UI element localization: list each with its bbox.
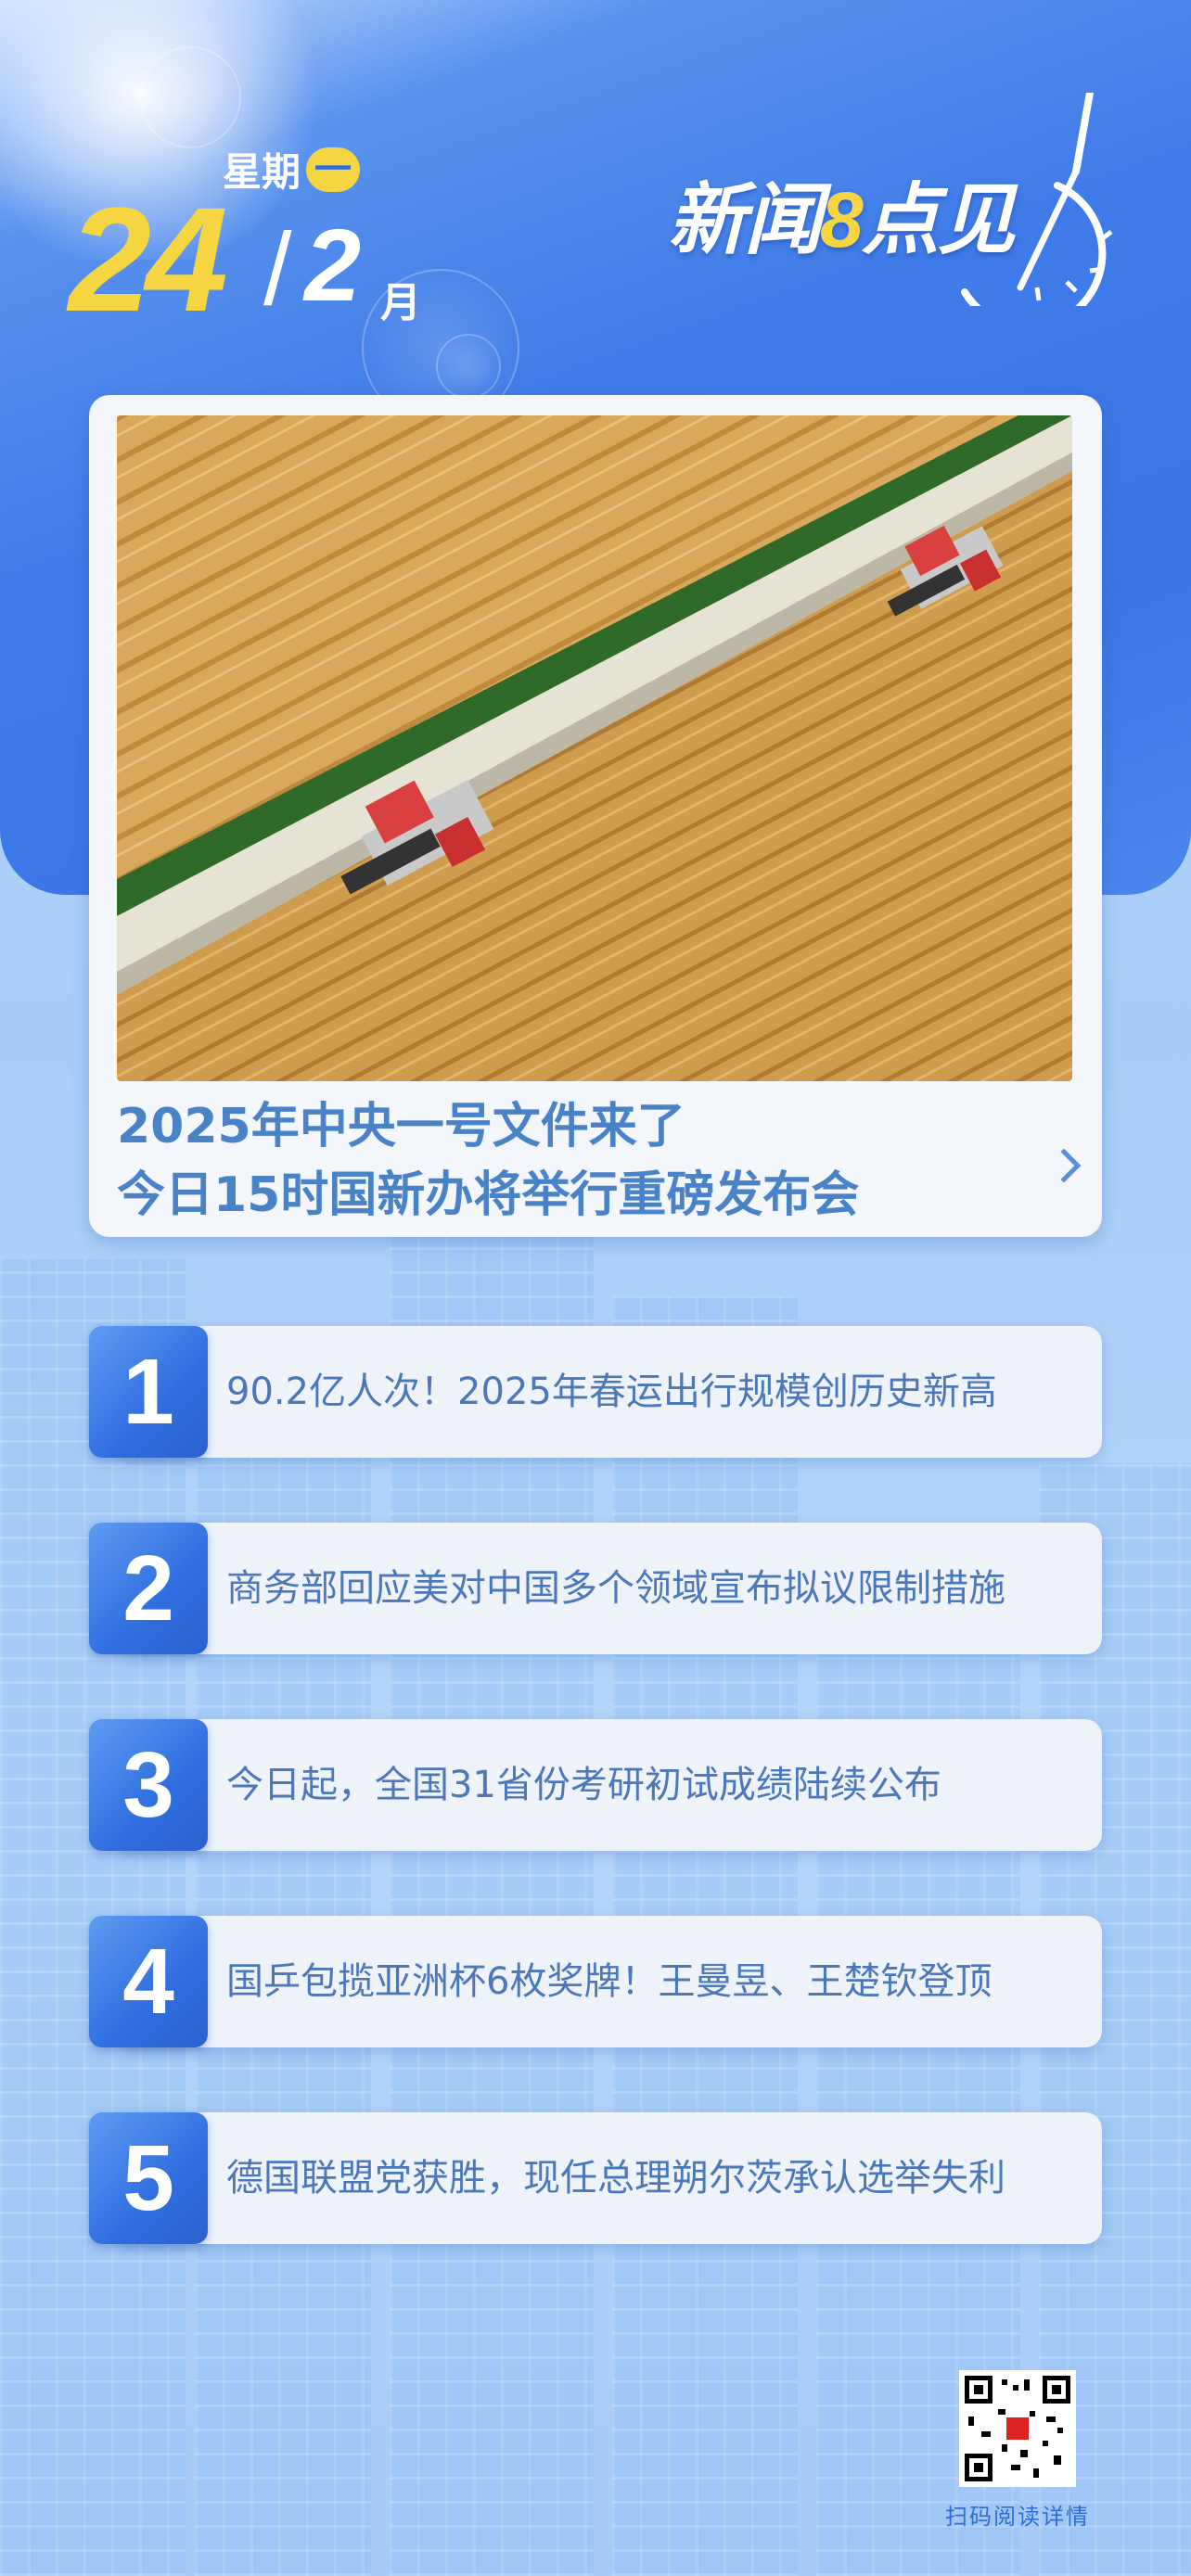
wheat-field-image [117,415,1072,1081]
decor-bubble [436,334,501,399]
chevron-right-icon[interactable] [1046,1148,1082,1183]
news-item-number: 2 [89,1523,208,1654]
date-month: 2 [304,209,362,323]
weekday: 星期 一 [223,141,361,198]
qr-code[interactable] [959,2370,1076,2487]
date-slash: / [263,212,292,326]
news-item[interactable]: 3 今日起，全国31省份考研初试成绩陆续公布 [89,1719,1102,1851]
news-item[interactable]: 1 90.2亿人次！2025年春运出行规模创历史新高 [89,1326,1102,1458]
news-item-text[interactable]: 90.2亿人次！2025年春运出行规模创历史新高 [226,1326,997,1458]
decor-bubble [139,46,241,148]
news-item-number: 4 [89,1916,208,2047]
date-day: 24 [69,176,228,342]
clock-icon [961,93,1113,306]
headline-line1[interactable]: 2025年中央一号文件来了 [117,1092,1007,1161]
harvest-photo [117,415,1072,1081]
news-item-text[interactable]: 商务部回应美对中国多个领域宣布拟议限制措施 [226,1523,1005,1654]
headline-line2[interactable]: 今日15时国新办将举行重磅发布会 [117,1161,1007,1230]
news-item[interactable]: 4 国乒包揽亚洲杯6枚奖牌！王曼昱、王楚钦登顶 [89,1916,1102,2047]
news-item[interactable]: 2 商务部回应美对中国多个领域宣布拟议限制措施 [89,1523,1102,1654]
date-month-unit: 月 [380,279,421,326]
news-item-number: 1 [89,1326,208,1458]
news-item[interactable]: 5 德国联盟党获胜，现任总理朔尔茨承认选举失利 [89,2112,1102,2244]
qr-code-icon [965,2376,1070,2481]
brand-logo: 新闻8点见 [668,93,1150,306]
weekday-number-badge: 一 [306,147,361,192]
weekday-label: 星期 [223,149,301,195]
news-item-number: 3 [89,1719,208,1851]
qr-label: 扫码阅读详情 [945,2504,1090,2530]
news-item-number: 5 [89,2112,208,2244]
news-item-text[interactable]: 今日起，全国31省份考研初试成绩陆续公布 [226,1719,941,1851]
news-item-text[interactable]: 国乒包揽亚洲杯6枚奖牌！王曼昱、王楚钦登顶 [226,1916,992,2047]
headline-card[interactable]: 2025年中央一号文件来了 今日15时国新办将举行重磅发布会 [89,395,1102,1237]
news-item-text[interactable]: 德国联盟党获胜，现任总理朔尔茨承认选举失利 [226,2112,1005,2244]
headline-text[interactable]: 2025年中央一号文件来了 今日15时国新办将举行重磅发布会 [117,1092,1007,1230]
